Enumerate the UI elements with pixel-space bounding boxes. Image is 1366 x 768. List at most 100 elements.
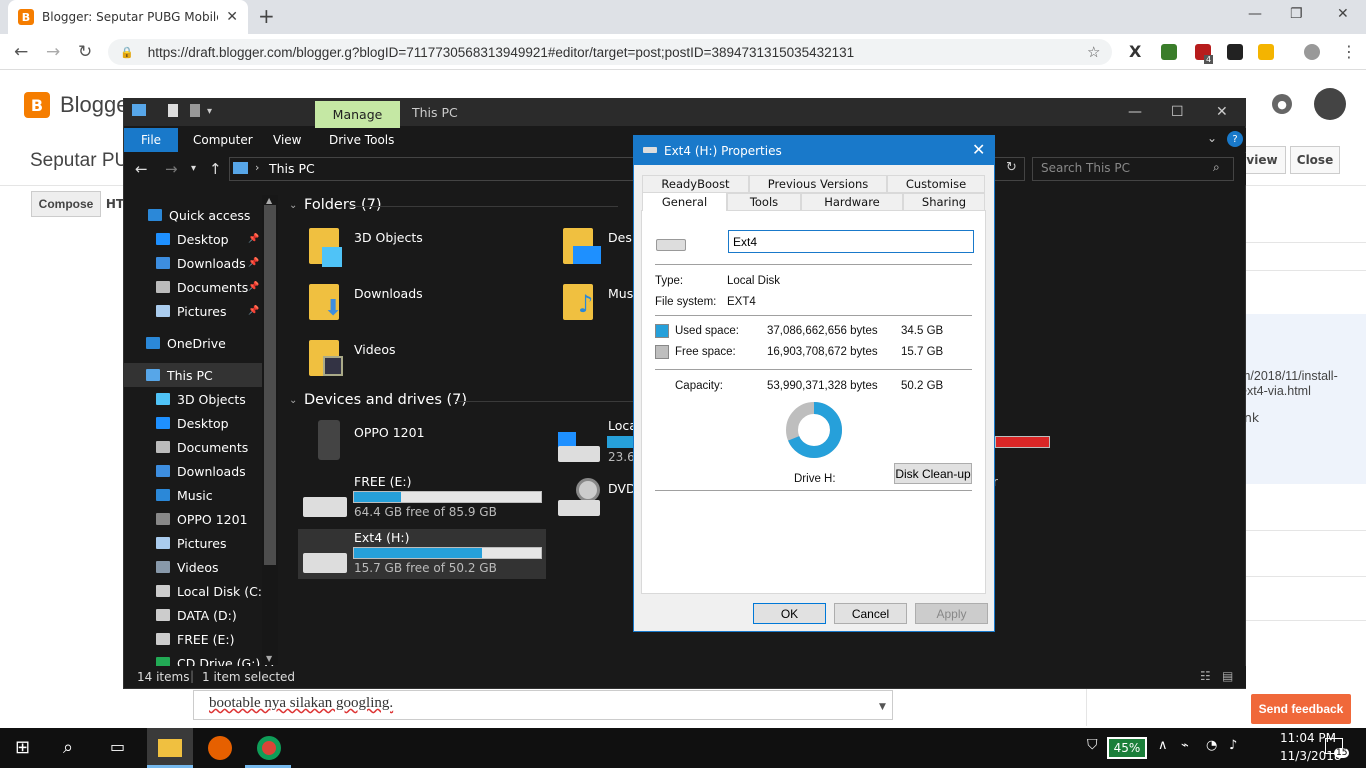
manage-contextual-tab[interactable]: Manage (315, 101, 400, 128)
search-icon[interactable]: ⌕ (1213, 160, 1220, 175)
globe-extension-icon[interactable] (1161, 44, 1177, 60)
search-icon[interactable]: ⌕ (63, 737, 73, 758)
drive-label[interactable]: Ext4 (H:) (354, 530, 410, 545)
scroll-up-icon[interactable]: ▲ (266, 196, 272, 205)
tab-sharing[interactable]: Sharing (903, 193, 985, 211)
pin-icon[interactable]: 📌 (248, 258, 259, 268)
details-view-icon[interactable]: ☷ (1200, 669, 1211, 683)
scroll-down-icon[interactable]: ▼ (879, 702, 886, 712)
nav-item[interactable]: FREE (E:) (124, 627, 274, 651)
ribbon-tab-file[interactable]: File (124, 128, 178, 152)
battery-indicator[interactable]: 45% (1107, 737, 1147, 759)
up-icon[interactable]: ↑ (209, 160, 222, 178)
breadcrumb[interactable]: This PC (269, 161, 315, 176)
nav-item[interactable]: Local Disk (C:) (124, 579, 274, 603)
bookmark-star-icon[interactable]: ☆ (1087, 43, 1100, 61)
permalink-url[interactable]: m/2018/11/install- ext4-via.html (1240, 369, 1338, 399)
nav-item[interactable]: This PC (124, 363, 274, 387)
phone-icon[interactable] (318, 420, 340, 460)
chart-extension-icon[interactable] (1258, 44, 1274, 60)
task-view-icon[interactable]: ▭ (110, 737, 125, 756)
nav-item[interactable]: Music (124, 483, 274, 507)
chrome-icon[interactable] (257, 736, 281, 760)
ok-button[interactable]: OK (753, 603, 826, 624)
explorer-minimize-icon[interactable]: — (1128, 104, 1142, 120)
nav-item[interactable]: 3D Objects (124, 387, 274, 411)
help-icon[interactable]: ? (1227, 131, 1243, 147)
folder-label[interactable]: 3D Objects (354, 230, 423, 245)
folder-label[interactable]: Videos (354, 342, 396, 357)
editor-text[interactable]: bootable nya silakan googling. (209, 695, 393, 712)
drive-label[interactable]: FREE (E:) (354, 474, 412, 489)
ribbon-tab-computer[interactable]: Computer (193, 133, 253, 147)
nav-scroll-thumb[interactable] (264, 205, 276, 565)
send-feedback-button[interactable]: Send feedback (1251, 694, 1351, 724)
nav-item[interactable]: Pictures 📌 (124, 299, 274, 323)
ribbon-tab-drive-tools[interactable]: Drive Tools (329, 133, 394, 147)
tab-previous-versions[interactable]: Previous Versions (749, 175, 887, 193)
reload-icon[interactable]: ↻ (78, 42, 92, 62)
local-disk-icon[interactable] (558, 446, 600, 462)
browser-tab[interactable]: B Blogger: Seputar PUBG Mobile d ✕ (8, 0, 248, 34)
drive-name-input[interactable] (728, 230, 974, 253)
breadcrumb-chevron-icon[interactable]: › (255, 161, 259, 174)
close-window-icon[interactable]: ✕ (1337, 6, 1349, 22)
forward-icon[interactable]: → (46, 42, 60, 62)
collapse-group-icon[interactable]: ⌄ (289, 200, 297, 211)
drive-label[interactable]: DVD (608, 481, 636, 496)
back-icon[interactable]: ← (14, 42, 28, 62)
notifications-bell-icon[interactable]: ● (1272, 94, 1292, 114)
tab-close-icon[interactable]: ✕ (226, 9, 238, 25)
security-shield-icon[interactable]: ⛉ (1087, 737, 1098, 753)
nav-item[interactable]: Downloads (124, 459, 274, 483)
restore-icon[interactable]: ❐ (1290, 6, 1303, 22)
cancel-button[interactable]: Cancel (834, 603, 907, 624)
close-editor-button[interactable]: Close (1290, 146, 1340, 174)
recent-locations-icon[interactable]: ▾ (191, 163, 196, 174)
url-text[interactable]: https://draft.blogger.com/blogger.g?blog… (148, 45, 854, 60)
tab-tools[interactable]: Tools (727, 193, 801, 211)
minimize-icon[interactable]: — (1248, 6, 1262, 22)
new-folder-icon[interactable] (190, 104, 200, 117)
disk-cleanup-button[interactable]: Disk Clean-up (894, 463, 972, 484)
show-hidden-icons-icon[interactable]: ∧ (1158, 738, 1168, 753)
dvd-icon[interactable] (576, 478, 600, 502)
firefox-icon[interactable] (208, 736, 232, 760)
tab-customise[interactable]: Customise (887, 175, 985, 193)
explorer-forward-icon[interactable]: → (165, 160, 178, 178)
dialog-close-icon[interactable]: ✕ (972, 140, 985, 159)
address-bar[interactable]: 🔒 https://draft.blogger.com/blogger.g?bl… (108, 39, 1112, 65)
nav-item[interactable]: Documents 📌 (124, 275, 274, 299)
tab-readyboost[interactable]: ReadyBoost (642, 175, 749, 193)
pin-icon[interactable]: 📌 (248, 234, 259, 244)
explorer-close-icon[interactable]: ✕ (1216, 104, 1228, 120)
start-windows-icon[interactable]: ⊞ (15, 737, 30, 758)
nav-item[interactable]: Quick access (124, 203, 274, 227)
refresh-icon[interactable]: ↻ (1006, 160, 1017, 175)
nav-item[interactable]: DATA (D:) (124, 603, 274, 627)
menu-dots-icon[interactable]: ⋮ (1341, 42, 1357, 61)
ribbon-tab-view[interactable]: View (273, 133, 301, 147)
nav-item[interactable]: OneDrive (124, 331, 274, 355)
profile-icon[interactable] (1304, 44, 1320, 60)
new-tab-button[interactable]: + (258, 4, 275, 28)
drive-icon[interactable] (303, 497, 347, 517)
nav-item[interactable]: Pictures (124, 531, 274, 555)
nav-item[interactable]: Documents (124, 435, 274, 459)
tab-general[interactable]: General (642, 192, 727, 211)
nav-item[interactable]: Videos (124, 555, 274, 579)
folders-group-header[interactable]: Folders (7) (304, 197, 382, 213)
blogger-logo-icon[interactable]: B (24, 92, 50, 118)
drive-label[interactable]: OPPO 1201 (354, 425, 425, 440)
incognito-extension-icon[interactable] (1227, 44, 1243, 60)
file-explorer-icon[interactable] (158, 739, 182, 757)
wifi-icon[interactable]: ◔ (1206, 738, 1217, 753)
apply-button[interactable]: Apply (915, 603, 988, 624)
nav-item[interactable]: Downloads 📌 (124, 251, 274, 275)
pin-icon[interactable]: 📌 (248, 306, 259, 316)
avatar[interactable] (1314, 88, 1346, 120)
nav-item[interactable]: OPPO 1201 (124, 507, 274, 531)
folder-label[interactable]: Downloads (354, 286, 423, 301)
nav-item[interactable]: Desktop (124, 411, 274, 435)
ribbon-expand-icon[interactable]: ⌄ (1207, 131, 1217, 145)
